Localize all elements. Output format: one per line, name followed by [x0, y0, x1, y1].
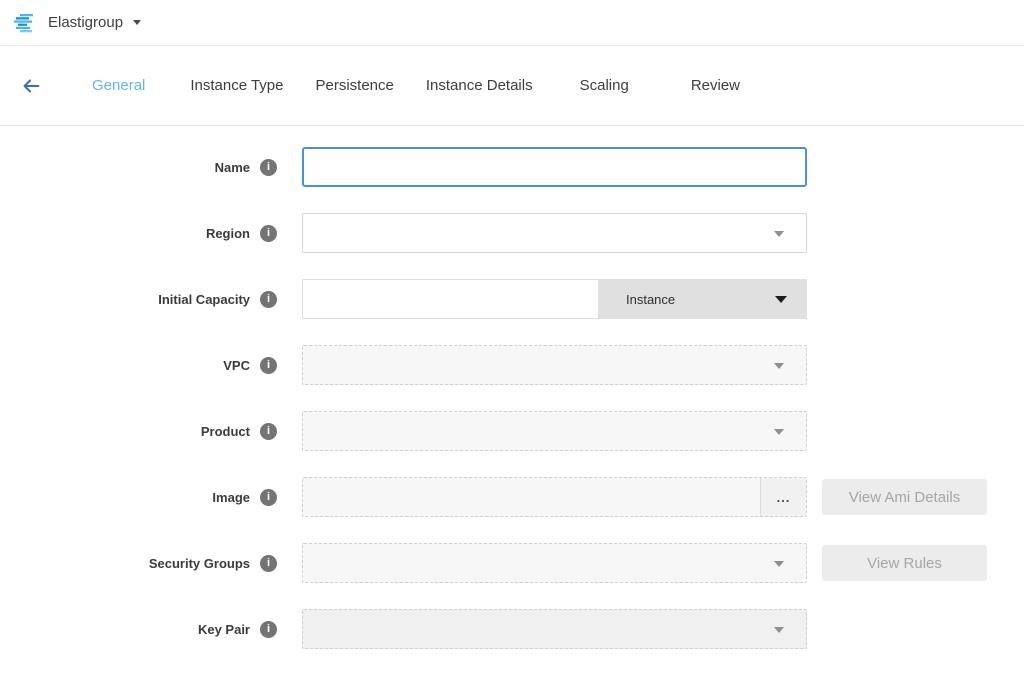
chevron-down-icon — [774, 561, 784, 567]
chevron-down-icon — [774, 231, 784, 237]
tab-review[interactable]: Review — [691, 77, 740, 94]
region-select[interactable] — [302, 213, 807, 253]
name-input[interactable] — [302, 147, 807, 187]
view-rules-button: View Rules — [822, 545, 987, 581]
vpc-field-row: VPC i — [0, 345, 1024, 385]
elastigroup-product-switcher[interactable]: Elastigroup — [13, 11, 141, 35]
name-label: Name — [215, 160, 250, 175]
product-label: Product — [201, 424, 250, 439]
info-icon[interactable]: i — [260, 489, 277, 506]
vpc-select — [302, 345, 807, 385]
image-browse-button: ... — [761, 478, 806, 516]
vpc-label: VPC — [223, 358, 250, 373]
info-icon[interactable]: i — [260, 555, 277, 572]
image-label: Image — [212, 490, 250, 505]
tab-persistence[interactable]: Persistence — [316, 77, 394, 94]
back-button[interactable] — [20, 75, 42, 97]
region-label: Region — [206, 226, 250, 241]
view-ami-details-button: View Ami Details — [822, 479, 987, 515]
wizard-tabs: General Instance Type Persistence Instan… — [92, 77, 740, 94]
key-pair-select — [302, 609, 807, 649]
product-select — [302, 411, 807, 451]
image-input: ... — [302, 477, 807, 517]
chevron-down-icon — [774, 363, 784, 369]
initial-capacity-input[interactable] — [302, 279, 598, 319]
key-pair-field-row: Key Pair i — [0, 609, 1024, 649]
image-value — [303, 478, 761, 516]
region-field-row: Region i — [0, 213, 1024, 253]
tab-instance-details[interactable]: Instance Details — [426, 77, 533, 94]
chevron-down-icon — [775, 296, 787, 303]
initial-capacity-field-row: Initial Capacity i Instance — [0, 279, 1024, 319]
security-groups-field-row: Security Groups i View Rules — [0, 543, 1024, 583]
elastigroup-logo-icon — [13, 11, 37, 35]
tab-general[interactable]: General — [92, 77, 145, 94]
image-field-row: Image i ... View Ami Details — [0, 477, 1024, 517]
wizard-tab-bar: General Instance Type Persistence Instan… — [0, 46, 1024, 126]
name-field-row: Name i — [0, 147, 1024, 187]
info-icon[interactable]: i — [260, 159, 277, 176]
chevron-down-icon — [774, 627, 784, 633]
info-icon[interactable]: i — [260, 291, 277, 308]
capacity-unit-value: Instance — [626, 292, 675, 307]
tab-scaling[interactable]: Scaling — [580, 77, 629, 94]
capacity-unit-select[interactable]: Instance — [598, 279, 807, 319]
info-icon[interactable]: i — [260, 225, 277, 242]
initial-capacity-label: Initial Capacity — [158, 292, 250, 307]
key-pair-label: Key Pair — [198, 622, 250, 637]
security-groups-select — [302, 543, 807, 583]
chevron-down-icon — [133, 20, 141, 25]
arrow-left-icon — [20, 75, 42, 97]
security-groups-label: Security Groups — [149, 556, 250, 571]
info-icon[interactable]: i — [260, 357, 277, 374]
app-title: Elastigroup — [48, 14, 123, 31]
info-icon[interactable]: i — [260, 621, 277, 638]
tab-instance-type[interactable]: Instance Type — [190, 77, 283, 94]
chevron-down-icon — [774, 429, 784, 435]
general-settings-form: Name i Region i Initial Capacity i Insta… — [0, 126, 1024, 649]
info-icon[interactable]: i — [260, 423, 277, 440]
app-header: Elastigroup — [0, 0, 1024, 46]
product-field-row: Product i — [0, 411, 1024, 451]
